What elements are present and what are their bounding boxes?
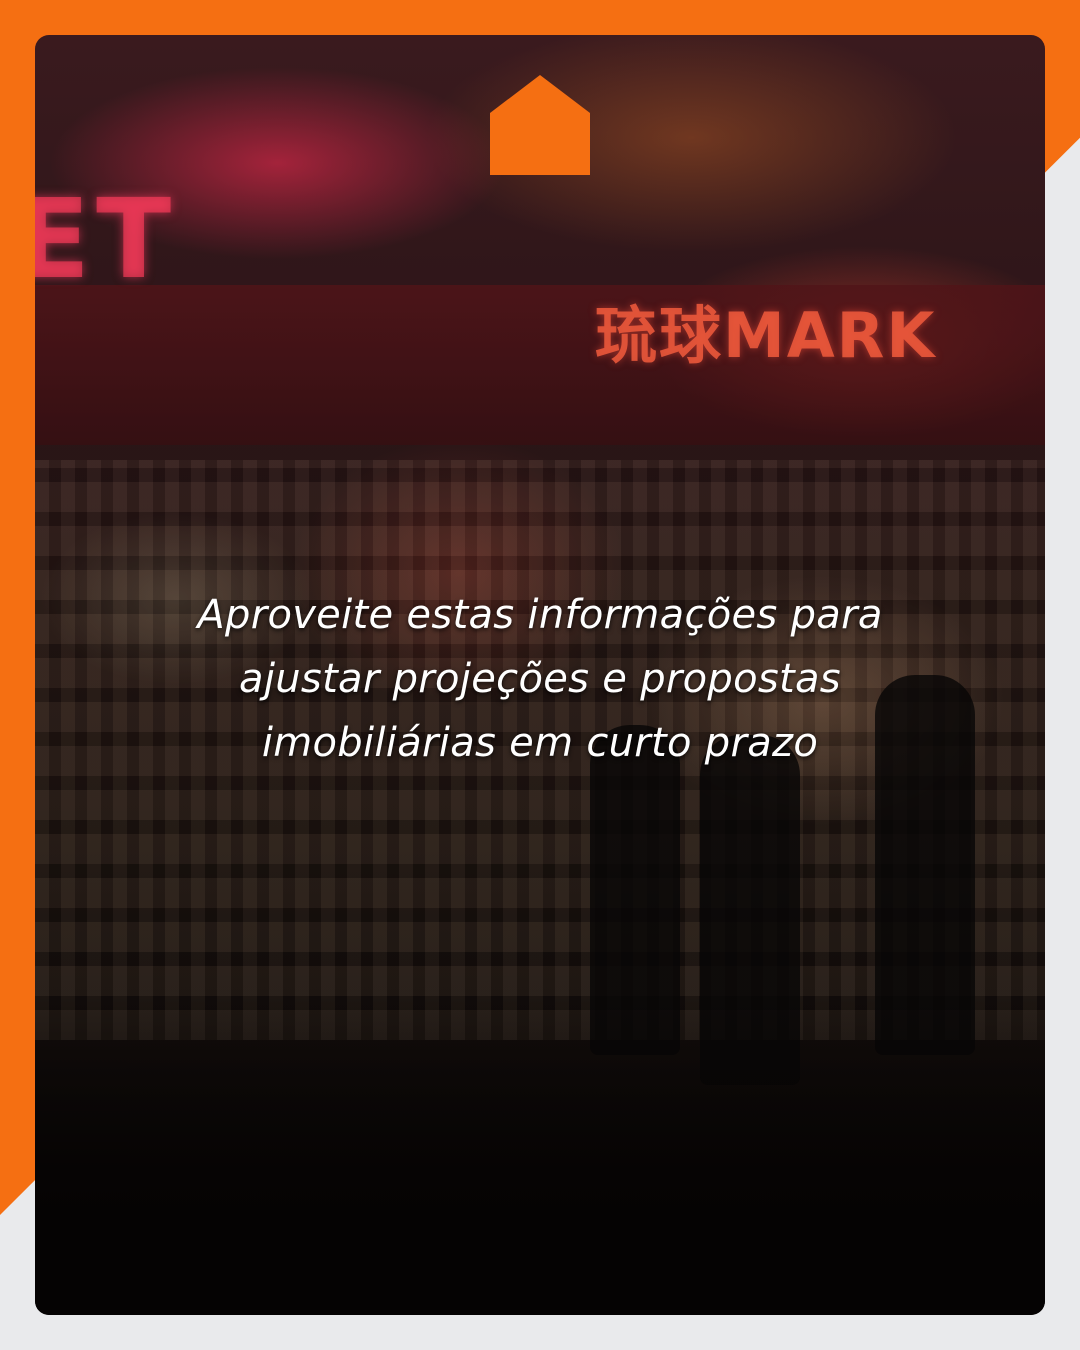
caption-text: Aproveite estas informações para ajustar…	[197, 592, 883, 766]
bottom-shade	[35, 995, 1045, 1315]
store-banner-text: 琉球MARK	[595, 299, 937, 372]
post-card: ET 琉球MARK Aproveite estas informações pa…	[35, 35, 1045, 1315]
neon-sign-text: ET	[35, 175, 178, 303]
house-icon	[490, 75, 590, 175]
